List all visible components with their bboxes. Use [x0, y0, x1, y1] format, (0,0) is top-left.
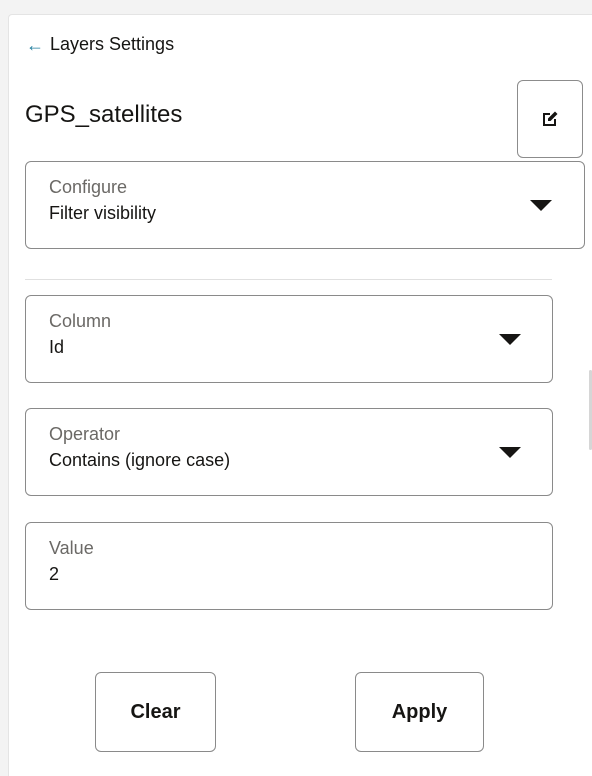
layer-name-title: GPS_satellites — [25, 101, 183, 128]
layer-settings-panel: ← Layers Settings GPS_satellites Configu… — [8, 14, 592, 776]
operator-label: Operator — [49, 424, 121, 444]
value-label: Value — [49, 538, 94, 558]
value-text: 2 — [49, 564, 60, 584]
chevron-down-icon — [530, 200, 552, 211]
back-to-layers-settings-link[interactable]: ← Layers Settings — [26, 34, 174, 55]
configure-select[interactable]: Configure Filter visibility — [25, 161, 585, 249]
edit-layer-button[interactable] — [517, 80, 583, 158]
section-divider — [25, 279, 552, 280]
back-arrow-icon: ← — [26, 34, 44, 55]
value-input[interactable]: Value 2 — [25, 522, 553, 610]
column-value: Id — [49, 337, 65, 357]
chevron-down-icon — [499, 447, 521, 458]
operator-select[interactable]: Operator Contains (ignore case) — [25, 408, 553, 496]
chevron-down-icon — [499, 334, 521, 345]
column-select[interactable]: Column Id — [25, 295, 553, 383]
configure-label: Configure — [49, 177, 128, 197]
edit-icon — [543, 111, 558, 126]
clear-button[interactable]: Clear — [95, 672, 216, 752]
configure-value: Filter visibility — [49, 203, 157, 223]
back-link-label: Layers Settings — [50, 34, 175, 54]
apply-button[interactable]: Apply — [355, 672, 484, 752]
operator-value: Contains (ignore case) — [49, 450, 231, 470]
column-label: Column — [49, 311, 112, 331]
